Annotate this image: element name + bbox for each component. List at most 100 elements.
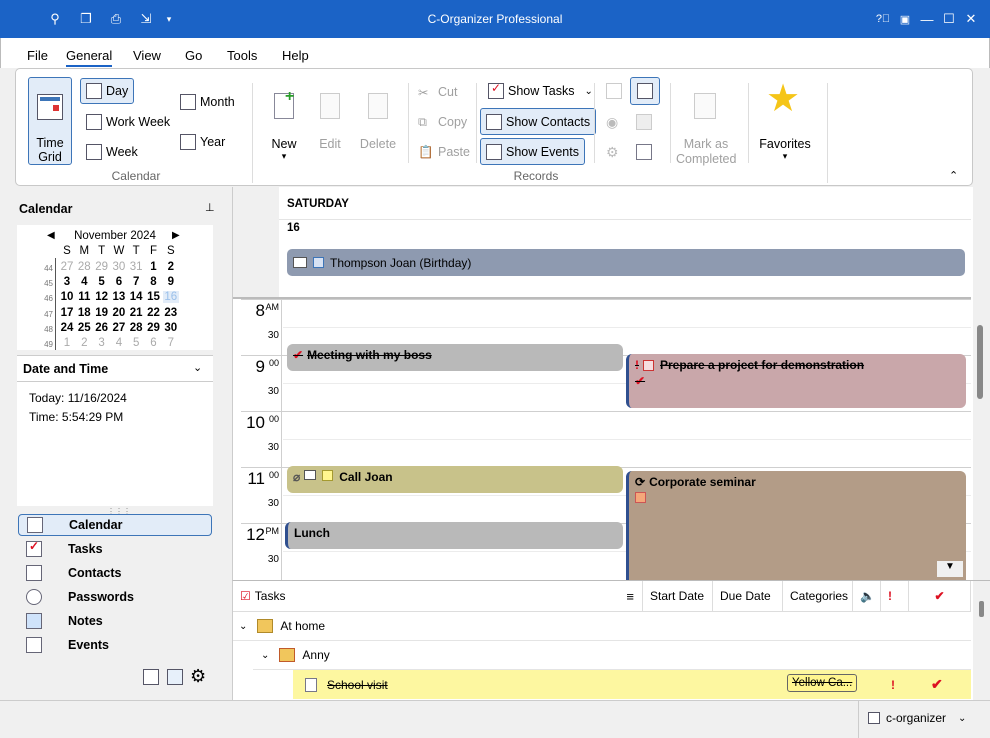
edit-button[interactable]: Edit	[314, 87, 346, 157]
calendar-day[interactable]: 1	[59, 337, 75, 349]
calendar-settings-icon[interactable]	[143, 669, 159, 685]
calendar-day[interactable]: 30	[111, 261, 127, 273]
calendar-day[interactable]: 6	[146, 337, 162, 349]
nav-notes[interactable]: Notes	[18, 610, 212, 632]
menu-view[interactable]: View	[133, 48, 161, 63]
calendar-day[interactable]: 17	[59, 307, 75, 319]
col-completed[interactable]: ✔	[909, 581, 971, 612]
event-prepare-project[interactable]: ! Prepare a project for demonstration ✔	[626, 354, 966, 408]
calendar-day[interactable]: 15	[146, 291, 162, 303]
calendar-day[interactable]: 7	[163, 337, 179, 349]
calendar-day[interactable]: 7	[128, 276, 144, 288]
expand-chevron-icon[interactable]: ⌄	[261, 650, 269, 661]
event-meeting[interactable]: ✔ Meeting with my boss	[287, 344, 623, 371]
calendar-day[interactable]: 4	[111, 337, 127, 349]
calendar-day[interactable]: 28	[76, 261, 92, 273]
calendar-day[interactable]: 31	[128, 261, 144, 273]
calendar-day[interactable]: 27	[111, 322, 127, 334]
calendar-day[interactable]: 5	[128, 337, 144, 349]
task-subgroup-row[interactable]: ⌄ Anny	[253, 641, 971, 670]
calendar-day[interactable]: 21	[128, 307, 144, 319]
menu-general[interactable]: General	[66, 48, 113, 67]
maximize-button[interactable]: ☐	[940, 10, 958, 28]
new-button[interactable]: + New ▾	[266, 87, 302, 167]
col-categories[interactable]: Categories	[783, 581, 853, 612]
expand-chevron-icon[interactable]: ⌄	[239, 621, 247, 632]
calendar-day[interactable]: 26	[94, 322, 110, 334]
nav-calendar[interactable]: Calendar	[18, 514, 212, 536]
calendar-day[interactable]: 10	[59, 291, 75, 303]
col-due-date[interactable]: Due Date	[713, 581, 783, 612]
copy-button[interactable]: ⧉ Copy	[418, 112, 467, 132]
show-events-button[interactable]: Show Events	[480, 138, 585, 165]
mark-completed-button[interactable]: Mark as Completed	[676, 87, 736, 167]
calendar-day[interactable]: 19	[94, 307, 110, 319]
calendar-day[interactable]: 8	[146, 276, 162, 288]
task-group-row[interactable]: ⌄ At home	[233, 612, 971, 641]
tasks-header-title[interactable]: ☑ Tasks ≡	[233, 581, 643, 612]
day-view-button[interactable]: Day	[80, 78, 135, 104]
collapse-ribbon-icon[interactable]: ⌃	[949, 169, 958, 182]
next-month-button[interactable]: ▶	[172, 230, 180, 241]
year-button[interactable]: Year	[180, 132, 225, 152]
calendar-day[interactable]: 5	[94, 276, 110, 288]
calendar-day[interactable]: 18	[76, 307, 92, 319]
trash-icon[interactable]	[167, 669, 183, 685]
favorites-button[interactable]: ★ Favorites ▾	[756, 79, 814, 165]
collapse-chevron-icon[interactable]: ⌄	[193, 361, 202, 374]
calendar-day[interactable]: 2	[76, 337, 92, 349]
event-call-joan[interactable]: ⌀ Call Joan	[287, 466, 623, 493]
task-row[interactable]: School visit Yellow Ca... ! ✔	[293, 670, 971, 699]
calendar-day[interactable]: 12	[94, 291, 110, 303]
minimize-button[interactable]: —	[918, 10, 936, 28]
allday-event[interactable]: Thompson Joan (Birthday)	[287, 249, 965, 276]
filter-icon[interactable]	[636, 144, 652, 160]
view-icon[interactable]: ◉	[606, 114, 622, 130]
menu-file[interactable]: File	[27, 48, 48, 63]
account-selector[interactable]: c-organizer ⌄	[868, 711, 966, 725]
calendar-day[interactable]: 29	[94, 261, 110, 273]
calendar-day[interactable]: 4	[76, 276, 92, 288]
pin-icon[interactable]: ⊥	[205, 201, 215, 214]
calendar-day[interactable]: 9	[163, 276, 179, 288]
scroll-thumb[interactable]	[977, 325, 983, 399]
calendar-day[interactable]: 13	[111, 291, 127, 303]
col-reminder[interactable]: 🔈	[853, 581, 881, 612]
note-icon[interactable]	[606, 83, 622, 99]
calendar-day[interactable]: 25	[76, 322, 92, 334]
help-icon[interactable]: ?⃞	[874, 10, 892, 28]
calendar-day[interactable]: 14	[128, 291, 144, 303]
calendar-day[interactable]: 3	[94, 337, 110, 349]
close-button[interactable]: ✕	[962, 10, 980, 28]
schedule-scrollbar[interactable]	[973, 187, 990, 580]
show-contacts-button[interactable]: Show Contacts	[480, 108, 597, 135]
nav-contacts[interactable]: Contacts	[18, 562, 212, 584]
calendar-day[interactable]: 11	[76, 291, 92, 303]
show-tasks-button[interactable]: ✓ Show Tasks ⌄	[486, 80, 595, 102]
calendar-day[interactable]: 28	[128, 322, 144, 334]
nav-events[interactable]: Events	[18, 634, 212, 656]
grid-icon[interactable]	[636, 114, 652, 130]
filter-lines-icon[interactable]: ≡	[626, 589, 634, 604]
calendar-day[interactable]: 1	[146, 261, 162, 273]
calendar-day[interactable]: 16	[162, 291, 179, 304]
calendar-day[interactable]: 27	[59, 261, 75, 273]
delete-button[interactable]: Delete	[358, 87, 398, 157]
nav-tasks[interactable]: ✓ Tasks	[18, 538, 212, 560]
week-button[interactable]: Week	[86, 142, 138, 162]
menu-go[interactable]: Go	[185, 48, 202, 63]
layout-icon[interactable]: ▣	[896, 10, 914, 28]
calendar-day[interactable]: 6	[111, 276, 127, 288]
calendar-day[interactable]: 24	[59, 322, 75, 334]
calendar-day[interactable]: 29	[146, 322, 162, 334]
calendar-day[interactable]: 23	[163, 307, 179, 319]
date-time-header[interactable]: Date and Time ⌄	[17, 355, 213, 381]
work-week-button[interactable]: Work Week	[86, 112, 170, 132]
calendar-day[interactable]: 3	[59, 276, 75, 288]
month-button[interactable]: Month	[180, 92, 235, 112]
calendar-day[interactable]: 2	[163, 261, 179, 273]
highlight-task-button[interactable]	[630, 77, 660, 105]
menu-help[interactable]: Help	[282, 48, 309, 63]
col-start-date[interactable]: Start Date	[643, 581, 713, 612]
calendar-day[interactable]: 20	[111, 307, 127, 319]
